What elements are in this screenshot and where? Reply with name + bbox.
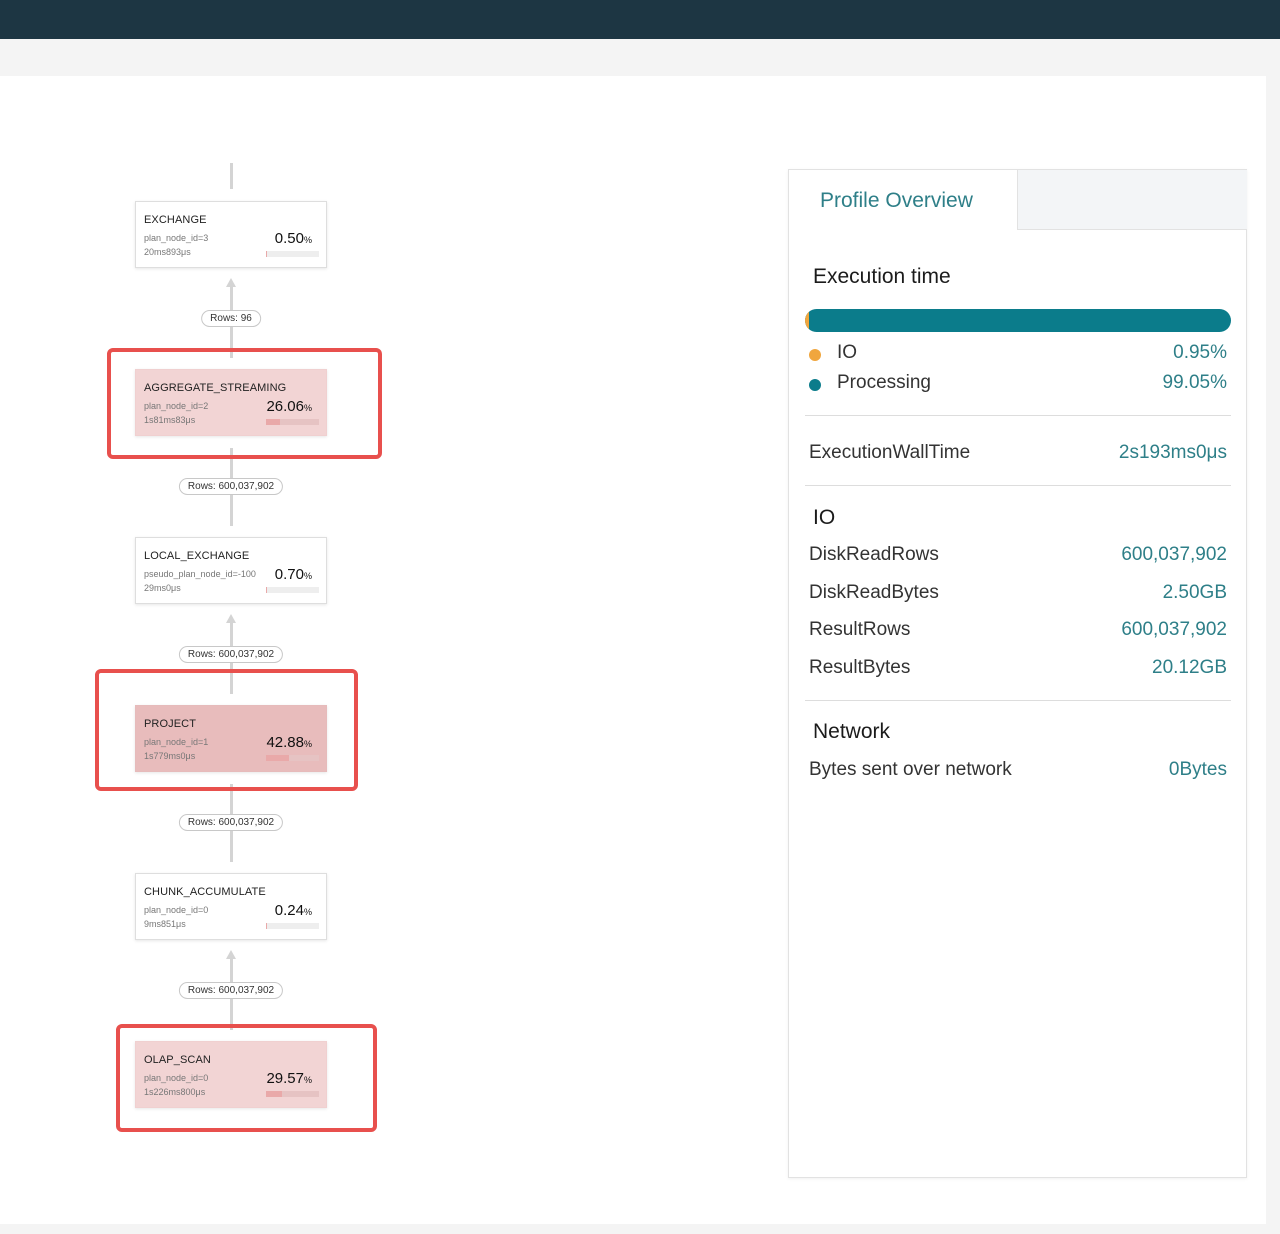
node-name: AGGREGATE_STREAMING (144, 382, 287, 394)
legend-processing: Processing 99.05% (809, 372, 1227, 398)
divider (805, 700, 1231, 701)
node-time: 9ms851μs (144, 919, 186, 929)
percent-unit: % (303, 403, 312, 413)
node-name: EXCHANGE (144, 214, 207, 226)
io-row: ResultBytes 20.12GB (809, 657, 1227, 683)
legend-label: Processing (837, 372, 931, 393)
edge-rows-label: Rows: 600,037,902 (178, 814, 284, 831)
edge-rows-label: Rows: 600,037,902 (178, 646, 284, 663)
row-label: ResultBytes (809, 657, 911, 678)
node-percentage: 42.88% (266, 734, 312, 751)
row-label: ExecutionWallTime (809, 442, 971, 463)
node-id-label: plan_node_id=3 (144, 233, 209, 243)
row-value: 20.12GB (1152, 657, 1227, 678)
node-time-bar-fill (266, 419, 280, 425)
row-label: Bytes sent over network (809, 759, 1012, 780)
io-row: DiskReadRows 600,037,902 (809, 544, 1227, 570)
row-value: 600,037,902 (1121, 619, 1227, 640)
edge-rows-label: Rows: 600,037,902 (178, 478, 284, 495)
node-time: 1s226ms800μs (144, 1087, 206, 1097)
node-time: 1s779ms0μs (144, 751, 196, 761)
row-value: 600,037,902 (1121, 544, 1227, 565)
node-percentage: 29.57% (266, 1070, 312, 1087)
percent-unit: % (303, 739, 312, 749)
node-id-label: plan_node_id=1 (144, 737, 209, 747)
node-time-bar (266, 251, 319, 257)
node-percentage-value: 29.57 (266, 1070, 304, 1087)
io-row: DiskReadBytes 2.50GB (809, 582, 1227, 608)
node-time-bar (266, 1091, 319, 1097)
node-name: PROJECT (144, 718, 197, 730)
node-percentage: 0.50% (275, 230, 312, 247)
node-id-label: plan_node_id=0 (144, 1073, 209, 1083)
legend-value: 0.95% (1173, 342, 1227, 363)
node-id-label: plan_node_id=0 (144, 905, 209, 915)
node-percentage-value: 42.88 (266, 734, 304, 751)
node-id-label: pseudo_plan_node_id=-100 (144, 569, 256, 579)
node-time: 1s81ms83μs (144, 415, 196, 425)
node-time-bar (266, 587, 319, 593)
node-time-bar (266, 923, 319, 929)
percent-unit: % (303, 907, 312, 917)
legend-label: IO (837, 342, 858, 363)
plan-node-project[interactable]: PROJECT plan_node_id=1 1s779ms0μs 42.88% (135, 705, 327, 772)
node-time-bar (266, 755, 319, 761)
tab-label: Profile Overview (820, 189, 973, 212)
tab-bar-empty (1017, 170, 1247, 230)
execution-time-bar (805, 309, 1231, 332)
tab-profile-overview[interactable]: Profile Overview (789, 170, 1017, 231)
row-value: 0Bytes (1168, 759, 1227, 780)
edge-line (230, 163, 233, 189)
plan-node-local-exchange[interactable]: LOCAL_EXCHANGE pseudo_plan_node_id=-100 … (135, 537, 327, 604)
network-section-title: Network (813, 720, 891, 743)
node-percentage: 26.06% (266, 398, 312, 415)
row-value: 2s193ms0μs (1118, 442, 1227, 463)
row-value: 2.50GB (1162, 582, 1227, 603)
row-label: DiskReadRows (809, 544, 939, 565)
network-row: Bytes sent over network 0Bytes (809, 759, 1227, 785)
node-time-bar (266, 419, 319, 425)
divider (805, 485, 1231, 486)
node-percentage: 0.70% (275, 566, 312, 583)
divider (805, 415, 1231, 416)
edge-rows-label: Rows: 96 (201, 310, 261, 327)
node-percentage-value: 0.50 (274, 230, 304, 247)
edge-rows-label: Rows: 600,037,902 (178, 982, 284, 999)
profile-overview-panel: Profile Overview Execution time IO 0.95%… (788, 169, 1247, 1178)
plan-node-aggregate-streaming[interactable]: AGGREGATE_STREAMING plan_node_id=2 1s81m… (135, 369, 327, 436)
node-time-bar-fill (266, 755, 289, 761)
io-dot-icon (809, 349, 821, 361)
node-name: OLAP_SCAN (144, 1054, 211, 1066)
node-name: LOCAL_EXCHANGE (144, 550, 250, 562)
legend-value: 99.05% (1162, 372, 1227, 393)
percent-unit: % (303, 571, 312, 581)
plan-node-exchange[interactable]: EXCHANGE plan_node_id=3 20ms893μs 0.50% (135, 201, 327, 268)
node-id-label: plan_node_id=2 (144, 401, 209, 411)
node-percentage-value: 0.70 (274, 566, 304, 583)
execution-wall-time-row: ExecutionWallTime 2s193ms0μs (809, 442, 1227, 468)
plan-node-chunk-accumulate[interactable]: CHUNK_ACCUMULATE plan_node_id=0 9ms851μs… (135, 873, 327, 940)
percent-unit: % (303, 235, 312, 245)
node-percentage-value: 26.06 (266, 398, 304, 415)
node-time: 29ms0μs (144, 583, 181, 593)
io-row: ResultRows 600,037,902 (809, 619, 1227, 645)
execution-time-title: Execution time (813, 265, 951, 288)
percent-unit: % (303, 1075, 312, 1085)
node-time: 20ms893μs (144, 247, 191, 257)
io-section-title: IO (813, 506, 836, 529)
node-percentage: 0.24% (275, 902, 312, 919)
plan-node-olap-scan[interactable]: OLAP_SCAN plan_node_id=0 1s226ms800μs 29… (135, 1041, 327, 1108)
top-navigation-bar (0, 0, 1280, 39)
execution-time-bar-io-segment (805, 309, 810, 332)
processing-dot-icon (809, 379, 821, 391)
row-label: DiskReadBytes (809, 582, 939, 603)
node-name: CHUNK_ACCUMULATE (144, 886, 266, 898)
node-time-bar-fill (266, 1091, 282, 1097)
node-percentage-value: 0.24 (274, 902, 304, 919)
row-label: ResultRows (809, 619, 911, 640)
legend-io: IO 0.95% (809, 342, 1227, 368)
